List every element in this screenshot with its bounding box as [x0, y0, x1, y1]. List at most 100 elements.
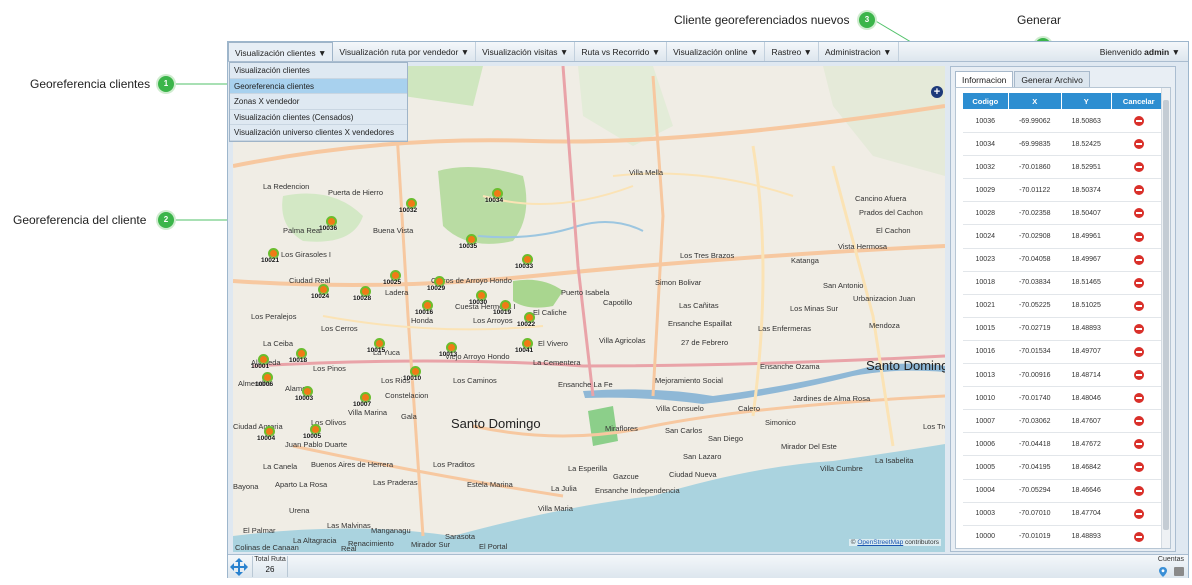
tab-informacion[interactable]: Informacion: [955, 71, 1014, 87]
client-marker[interactable]: 10021: [261, 248, 280, 264]
client-marker[interactable]: 10035: [459, 234, 478, 250]
place-label: Ensanche Espaillat: [668, 319, 732, 328]
client-marker[interactable]: 10034: [485, 188, 504, 204]
place-label: Villa Consuelo: [656, 404, 704, 413]
place-label-city: Santo Domingo: [866, 358, 945, 373]
client-marker[interactable]: 10036: [319, 216, 338, 232]
client-marker[interactable]: 10001: [251, 354, 270, 370]
cancel-icon[interactable]: [1133, 300, 1144, 311]
place-label: Juan Pablo Duarte: [285, 440, 348, 449]
cancel-icon[interactable]: [1133, 162, 1144, 173]
place-label: Mirador Del Este: [781, 442, 837, 451]
column-header-cancelar[interactable]: Cancelar: [1110, 92, 1168, 110]
menu-visualizacion-clientes[interactable]: Visualización clientes ▼: [228, 42, 334, 61]
tab-generar-archivo[interactable]: Generar Archivo: [1014, 71, 1090, 87]
menu-administracion[interactable]: Administracion ▼: [819, 42, 899, 61]
client-marker[interactable]: 10013: [439, 342, 458, 358]
dropdown-item-zonas-vendedor[interactable]: Zonas X vendedor: [230, 94, 407, 110]
client-marker[interactable]: 10018: [289, 348, 308, 364]
client-marker[interactable]: 10019: [493, 300, 512, 316]
client-marker[interactable]: 10016: [415, 300, 434, 316]
cancel-icon[interactable]: [1133, 116, 1144, 127]
column-header-y[interactable]: Y: [1060, 92, 1112, 110]
menu-ruta-vs-recorrido[interactable]: Ruta vs Recorrido ▼: [575, 42, 668, 61]
callout-label-1: Georeferencia clientes: [30, 77, 151, 91]
cancel-icon[interactable]: [1133, 208, 1144, 219]
cancel-icon[interactable]: [1133, 531, 1144, 542]
osm-link[interactable]: OpenStreetMap: [857, 539, 903, 546]
dropdown-item-georeferencia-clientes[interactable]: Georeferencia clientes: [230, 78, 407, 94]
client-marker[interactable]: 10030: [469, 290, 488, 306]
move-icon[interactable]: [230, 558, 248, 576]
client-marker[interactable]: 10032: [399, 198, 418, 214]
cancel-icon[interactable]: [1133, 139, 1144, 150]
dropdown-item-visualizacion-censados[interactable]: Visualización clientes (Censados): [230, 110, 407, 125]
cancel-icon[interactable]: [1133, 277, 1144, 288]
cell-cancelar: [1111, 502, 1167, 526]
menu-visualizacion-ruta-vendedor[interactable]: Visualización ruta por vendedor ▼: [333, 42, 477, 61]
client-marker[interactable]: 10010: [403, 366, 422, 382]
welcome-text: Bienvenido: [1099, 47, 1142, 57]
map-pin-icon[interactable]: [1158, 567, 1168, 577]
client-marker[interactable]: 10006: [255, 372, 274, 388]
cancel-icon[interactable]: [1133, 323, 1144, 334]
cancel-icon[interactable]: [1133, 346, 1144, 357]
status-bar: Total Ruta 26 Cuentas: [228, 554, 1188, 578]
client-marker[interactable]: 10022: [517, 312, 536, 328]
client-marker[interactable]: 10004: [257, 426, 276, 442]
scrollbar-thumb[interactable]: [1163, 100, 1169, 530]
dropdown-visualizacion-clientes: Visualización clientes Georeferencia cli…: [229, 62, 408, 142]
cancel-icon[interactable]: [1133, 439, 1144, 450]
place-label: Villa Agricolas: [599, 336, 646, 345]
marker-code: 10003: [295, 395, 314, 402]
place-label: Villa Cumbre: [820, 464, 863, 473]
print-icon[interactable]: [1174, 567, 1184, 576]
client-marker[interactable]: 10028: [353, 286, 372, 302]
cancel-icon[interactable]: [1133, 485, 1144, 496]
client-marker[interactable]: 10024: [311, 284, 330, 300]
zoom-in-icon[interactable]: +: [931, 86, 943, 98]
welcome-user[interactable]: Bienvenido admin ▼: [1100, 42, 1180, 62]
cancel-icon[interactable]: [1133, 393, 1144, 404]
column-header-x[interactable]: X: [1007, 92, 1062, 110]
app-window: Visualización clientes ▼ Visualización r…: [227, 41, 1189, 578]
cancel-icon[interactable]: [1133, 508, 1144, 519]
marker-code: 10028: [353, 295, 372, 302]
marker-code: 10016: [415, 309, 434, 316]
table-scrollbar[interactable]: [1161, 88, 1170, 548]
callout-badge-2: 2: [158, 212, 174, 228]
client-marker[interactable]: 10029: [427, 276, 446, 292]
client-marker[interactable]: 10025: [383, 270, 402, 286]
menu-bar: Visualización clientes ▼ Visualización r…: [228, 42, 1188, 62]
column-header-codigo[interactable]: Codigo: [962, 92, 1009, 110]
place-label: Bayona: [233, 482, 259, 491]
table-row: 10016 -70.01534 18.49707: [962, 340, 1167, 365]
place-label: Mirador Sur: [411, 540, 451, 549]
cell-codigo: 10028: [962, 201, 1008, 226]
place-label: Los Peralejos: [251, 312, 297, 321]
client-marker[interactable]: 10015: [367, 338, 386, 354]
place-label: El Vivero: [538, 339, 568, 348]
cancel-icon[interactable]: [1133, 185, 1144, 196]
client-marker[interactable]: 10007: [353, 392, 372, 408]
cell-codigo: 10021: [962, 294, 1008, 318]
dropdown-item-visualizacion-clientes[interactable]: Visualización clientes: [230, 63, 407, 79]
menu-visualizacion-visitas[interactable]: Visualización visitas ▼: [476, 42, 576, 61]
client-marker[interactable]: 10033: [515, 254, 534, 270]
client-marker[interactable]: 10005: [303, 424, 322, 440]
cancel-icon[interactable]: [1133, 462, 1144, 473]
marker-code: 10024: [311, 293, 330, 300]
cancel-icon[interactable]: [1133, 231, 1144, 242]
place-label: Cancino Afuera: [855, 194, 907, 203]
client-marker[interactable]: 10003: [295, 386, 314, 402]
dropdown-item-universo-clientes[interactable]: Visualización universo clientes X vended…: [230, 125, 407, 141]
menu-visualizacion-online[interactable]: Visualización online ▼: [667, 42, 766, 61]
cancel-icon[interactable]: [1133, 370, 1144, 381]
client-marker[interactable]: 10041: [515, 338, 534, 354]
cancel-icon[interactable]: [1133, 254, 1144, 265]
table-row: 10006 -70.04418 18.47672: [962, 432, 1167, 457]
table-row: 10000 -70.01019 18.48893: [962, 525, 1167, 548]
cancel-icon[interactable]: [1133, 416, 1144, 427]
total-ruta: Total Ruta 26: [252, 556, 288, 577]
menu-rastreo[interactable]: Rastreo ▼: [765, 42, 819, 61]
